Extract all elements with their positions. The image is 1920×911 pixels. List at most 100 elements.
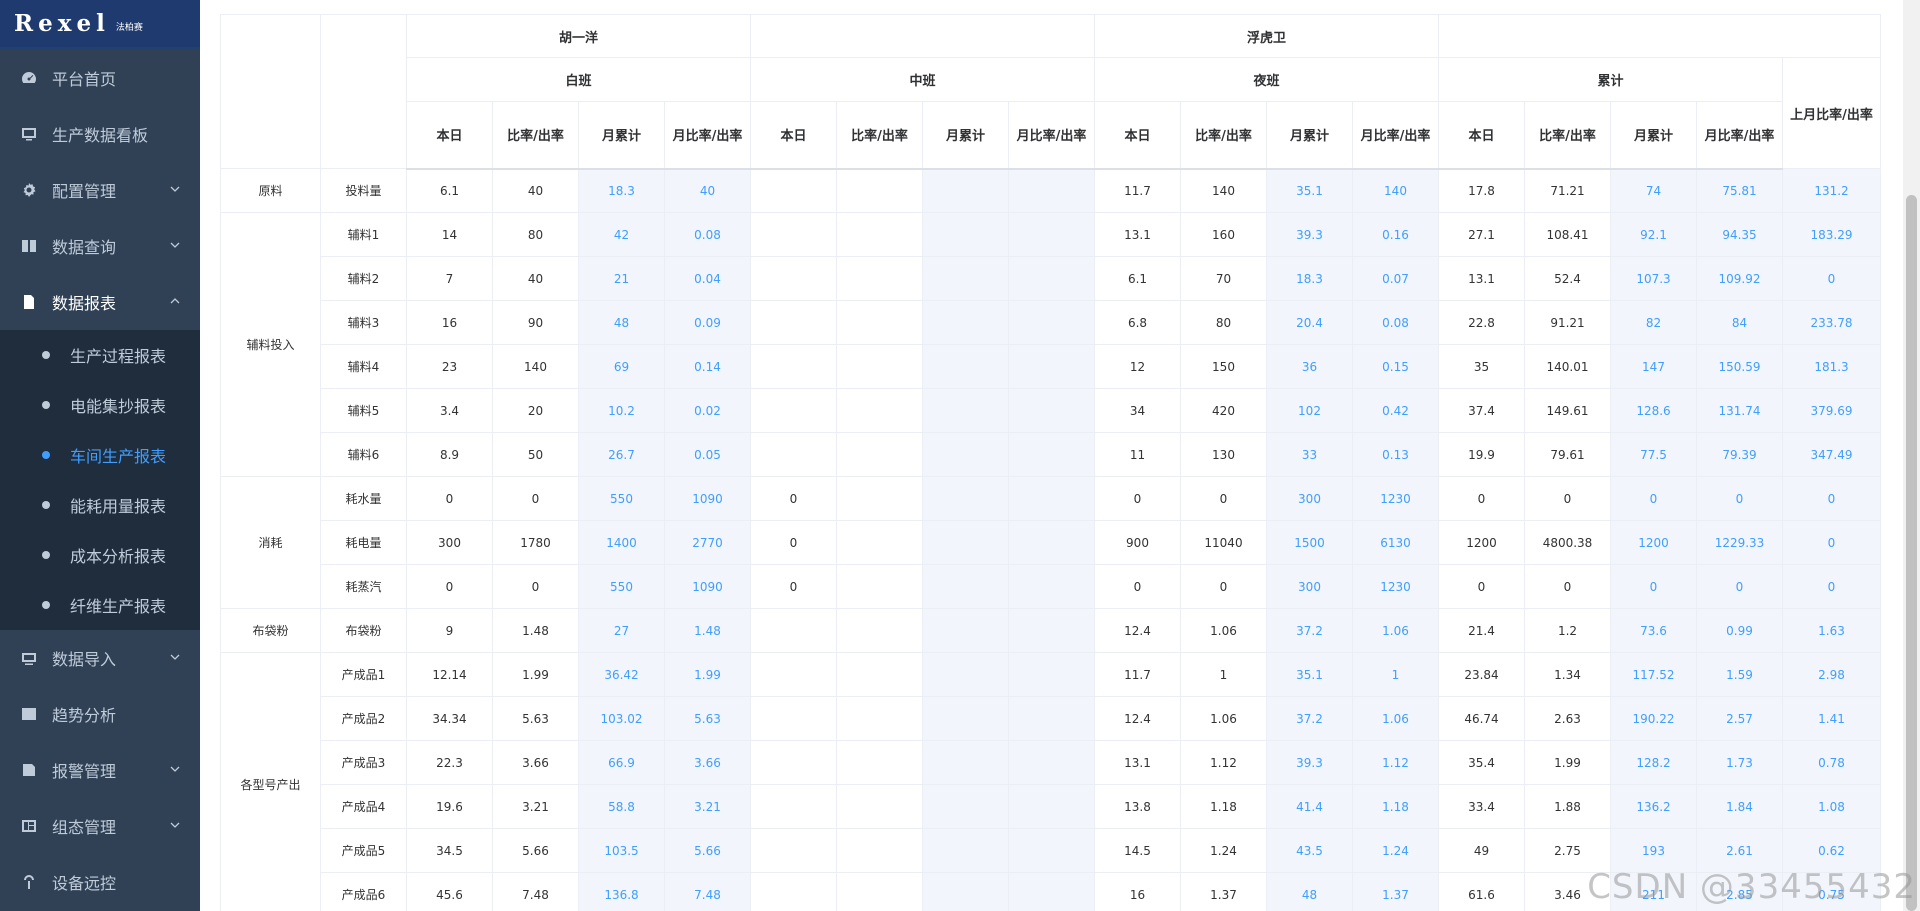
- table-cell[interactable]: 103.02: [578, 696, 665, 741]
- table-cell[interactable]: 1.41: [1782, 696, 1881, 741]
- table-cell[interactable]: 1.08: [1782, 784, 1881, 829]
- table-cell[interactable]: 1.12: [1352, 740, 1439, 785]
- table-cell[interactable]: 1.59: [1696, 652, 1783, 697]
- table-cell[interactable]: 300: [1266, 564, 1353, 609]
- submenu-item-cost-report[interactable]: 成本分析报表: [0, 530, 200, 580]
- menu-item-home[interactable]: 平台首页: [0, 50, 200, 106]
- table-cell[interactable]: 40: [664, 168, 751, 213]
- table-cell[interactable]: 82: [1610, 300, 1697, 345]
- table-cell[interactable]: 18.3: [578, 168, 665, 213]
- table-cell[interactable]: 0.08: [664, 212, 751, 257]
- submenu-item-consumption-report[interactable]: 能耗用量报表: [0, 480, 200, 530]
- table-cell[interactable]: 75.81: [1696, 168, 1783, 213]
- table-cell[interactable]: 1090: [664, 476, 751, 521]
- table-cell[interactable]: 150.59: [1696, 344, 1783, 389]
- menu-item-data-query[interactable]: 数据查询: [0, 218, 200, 274]
- table-cell[interactable]: 1090: [664, 564, 751, 609]
- table-cell[interactable]: 0: [1610, 564, 1697, 609]
- table-cell[interactable]: 0.62: [1782, 828, 1881, 873]
- table-cell[interactable]: 1230: [1352, 564, 1439, 609]
- table-cell[interactable]: 190.22: [1610, 696, 1697, 741]
- table-cell[interactable]: 0.07: [1352, 256, 1439, 301]
- table-cell[interactable]: 84: [1696, 300, 1783, 345]
- table-cell[interactable]: 27: [578, 608, 665, 653]
- table-cell[interactable]: 0.16: [1352, 212, 1439, 257]
- table-cell[interactable]: 48: [1266, 872, 1353, 911]
- table-cell[interactable]: 1.06: [1352, 608, 1439, 653]
- table-cell[interactable]: 0.02: [664, 388, 751, 433]
- table-cell[interactable]: 1230: [1352, 476, 1439, 521]
- table-cell[interactable]: 0: [1782, 256, 1881, 301]
- submenu-item-process-report[interactable]: 生产过程报表: [0, 330, 200, 380]
- menu-item-data-import[interactable]: 数据导入: [0, 630, 200, 686]
- table-cell[interactable]: 1200: [1610, 520, 1697, 565]
- table-cell[interactable]: 2.61: [1696, 828, 1783, 873]
- menu-item-production-board[interactable]: 生产数据看板: [0, 106, 200, 162]
- table-cell[interactable]: 0: [1696, 476, 1783, 521]
- table-cell[interactable]: 7.48: [664, 872, 751, 911]
- table-cell[interactable]: 107.3: [1610, 256, 1697, 301]
- table-cell[interactable]: 1229.33: [1696, 520, 1783, 565]
- table-cell[interactable]: 1.63: [1782, 608, 1881, 653]
- table-cell[interactable]: 117.52: [1610, 652, 1697, 697]
- table-cell[interactable]: 37.2: [1266, 608, 1353, 653]
- scrollbar-thumb[interactable]: [1906, 195, 1917, 911]
- table-cell[interactable]: 550: [578, 564, 665, 609]
- table-cell[interactable]: 147: [1610, 344, 1697, 389]
- menu-item-remote[interactable]: 设备远控: [0, 854, 200, 910]
- table-cell[interactable]: 41.4: [1266, 784, 1353, 829]
- table-cell[interactable]: 300: [1266, 476, 1353, 521]
- menu-item-config-ui[interactable]: 组态管理: [0, 798, 200, 854]
- table-cell[interactable]: 3.66: [664, 740, 751, 785]
- table-cell[interactable]: 0.78: [1782, 740, 1881, 785]
- table-cell[interactable]: 0: [1696, 564, 1783, 609]
- table-cell[interactable]: 0.09: [664, 300, 751, 345]
- table-cell[interactable]: 0.13: [1352, 432, 1439, 477]
- table-cell[interactable]: 1.06: [1352, 696, 1439, 741]
- table-cell[interactable]: 21: [578, 256, 665, 301]
- table-cell[interactable]: 1.18: [1352, 784, 1439, 829]
- table-cell[interactable]: 39.3: [1266, 212, 1353, 257]
- menu-item-data-report[interactable]: 数据报表: [0, 274, 200, 330]
- table-cell[interactable]: 131.2: [1782, 168, 1881, 213]
- table-cell[interactable]: 181.3: [1782, 344, 1881, 389]
- table-cell[interactable]: 1400: [578, 520, 665, 565]
- table-cell[interactable]: 18.3: [1266, 256, 1353, 301]
- table-cell[interactable]: 1.48: [664, 608, 751, 653]
- table-cell[interactable]: 66.9: [578, 740, 665, 785]
- submenu-item-energy-report[interactable]: 电能集抄报表: [0, 380, 200, 430]
- table-cell[interactable]: 193: [1610, 828, 1697, 873]
- table-cell[interactable]: 35.1: [1266, 652, 1353, 697]
- table-cell[interactable]: 0: [1782, 520, 1881, 565]
- table-cell[interactable]: 0: [1782, 476, 1881, 521]
- table-cell[interactable]: 1.84: [1696, 784, 1783, 829]
- table-cell[interactable]: 136.8: [578, 872, 665, 911]
- table-cell[interactable]: 94.35: [1696, 212, 1783, 257]
- menu-item-config[interactable]: 配置管理: [0, 162, 200, 218]
- table-cell[interactable]: 233.78: [1782, 300, 1881, 345]
- table-cell[interactable]: 0.42: [1352, 388, 1439, 433]
- table-cell[interactable]: 36.42: [578, 652, 665, 697]
- submenu-item-workshop-report[interactable]: 车间生产报表: [0, 430, 200, 480]
- table-cell[interactable]: 140: [1352, 168, 1439, 213]
- table-cell[interactable]: 77.5: [1610, 432, 1697, 477]
- table-cell[interactable]: 102: [1266, 388, 1353, 433]
- table-cell[interactable]: 0.15: [1352, 344, 1439, 389]
- table-cell[interactable]: 1: [1352, 652, 1439, 697]
- table-cell[interactable]: 10.2: [578, 388, 665, 433]
- table-cell[interactable]: 0: [1610, 476, 1697, 521]
- table-cell[interactable]: 5.63: [664, 696, 751, 741]
- table-cell[interactable]: 109.92: [1696, 256, 1783, 301]
- table-cell[interactable]: 73.6: [1610, 608, 1697, 653]
- menu-item-trend[interactable]: 趋势分析: [0, 686, 200, 742]
- table-cell[interactable]: 3.21: [664, 784, 751, 829]
- table-cell[interactable]: 0.99: [1696, 608, 1783, 653]
- table-cell[interactable]: 2.98: [1782, 652, 1881, 697]
- table-cell[interactable]: 0.14: [664, 344, 751, 389]
- table-cell[interactable]: 379.69: [1782, 388, 1881, 433]
- table-cell[interactable]: 0: [1782, 564, 1881, 609]
- table-cell[interactable]: 0.04: [664, 256, 751, 301]
- table-cell[interactable]: 550: [578, 476, 665, 521]
- table-cell[interactable]: 43.5: [1266, 828, 1353, 873]
- table-cell[interactable]: 74: [1610, 168, 1697, 213]
